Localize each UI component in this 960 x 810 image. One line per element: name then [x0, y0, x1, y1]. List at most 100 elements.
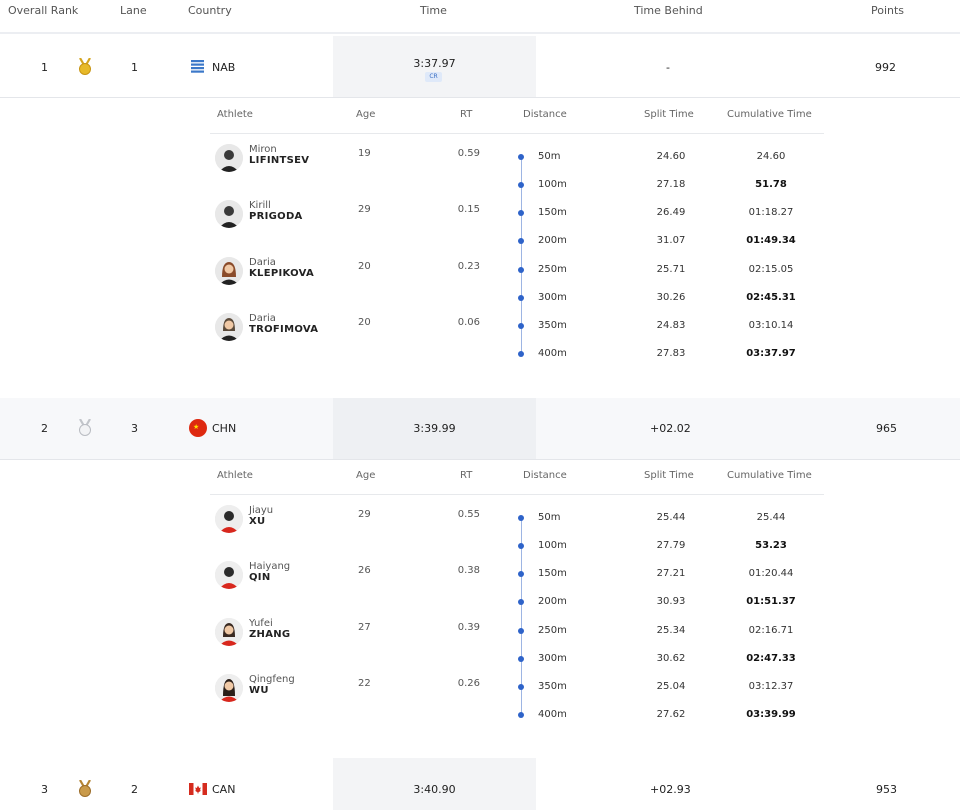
athlete-last-name: ZHANG: [249, 629, 291, 640]
athlete-rt: 0.06: [457, 317, 480, 328]
lane: 2: [131, 783, 138, 796]
athlete-last-name: LIFINTSEV: [249, 155, 310, 166]
race-time: 3:40.90: [413, 783, 456, 796]
col-points[interactable]: Points: [871, 4, 904, 17]
lane: 3: [131, 422, 138, 435]
col-country[interactable]: Country: [188, 4, 232, 17]
athlete-age: 29: [358, 204, 371, 215]
athlete-first-name: Miron: [249, 144, 277, 155]
record-badge: CR: [425, 72, 442, 82]
athlete-first-name: Daria: [249, 313, 276, 324]
timeline-dot-icon: [518, 543, 524, 549]
col-overall-rank[interactable]: Overall Rank: [8, 4, 78, 17]
athlete-avatar: [215, 505, 243, 533]
split-row: 250m 25.34 02:16.71: [510, 623, 830, 651]
country-code: NAB: [212, 61, 236, 74]
split-row: 150m 26.49 01:18.27: [510, 205, 830, 233]
athlete-rt: 0.55: [457, 509, 480, 520]
athlete-first-name: Daria: [249, 257, 276, 268]
athlete-row[interactable]: Miron LIFINTSEV 19 0.59: [215, 144, 515, 184]
bronze-medal-icon: [79, 780, 91, 797]
athlete-age: 22: [358, 678, 371, 689]
result-row-3[interactable]: 3 2 CAN 3:40.90 +02.93 953: [0, 758, 960, 810]
col-time-behind[interactable]: Time Behind: [634, 4, 703, 17]
athlete-first-name: Haiyang: [249, 561, 291, 572]
split-row: 50m 24.60 24.60: [510, 149, 830, 177]
split-row: 300m 30.26 02:45.31: [510, 290, 830, 318]
athlete-row[interactable]: Yufei ZHANG 27 0.39: [215, 618, 515, 658]
athlete-avatar: [215, 313, 243, 341]
athlete-row[interactable]: Jiayu XU 29 0.55: [215, 505, 515, 545]
timeline-dot-icon: [518, 238, 524, 244]
split-row: 400m 27.62 03:39.99: [510, 707, 830, 735]
athlete-rt: 0.39: [457, 622, 480, 633]
athlete-row[interactable]: Daria KLEPIKOVA 20 0.23: [215, 257, 515, 297]
athlete-row[interactable]: Kirill PRIGODA 29 0.15: [215, 200, 515, 240]
timeline-dot-icon: [518, 515, 524, 521]
split-row: 250m 25.71 02:15.05: [510, 262, 830, 290]
race-time: 3:37.97: [413, 57, 456, 70]
athlete-avatar: [215, 618, 243, 646]
athlete-age: 26: [358, 565, 371, 576]
athlete-age: 19: [358, 148, 371, 159]
col-time[interactable]: Time: [420, 4, 447, 17]
athlete-rt: 0.38: [457, 565, 480, 576]
timeline-dot-icon: [518, 712, 524, 718]
athlete-avatar: [215, 561, 243, 589]
rank: 3: [41, 783, 48, 796]
time-behind: +02.02: [650, 422, 691, 435]
result-row-1[interactable]: 1 1 NAB 3:37.97 CR - 992: [0, 36, 960, 98]
athlete-row[interactable]: Haiyang QIN 26 0.38: [215, 561, 515, 601]
timeline-dot-icon: [518, 684, 524, 690]
athlete-row[interactable]: Daria TROFIMOVA 20 0.06: [215, 313, 515, 353]
rank: 1: [41, 61, 48, 74]
split-row: 300m 30.62 02:47.33: [510, 651, 830, 679]
timeline-dot-icon: [518, 628, 524, 634]
timeline-dot-icon: [518, 656, 524, 662]
athlete-first-name: Kirill: [249, 200, 271, 211]
split-row: 400m 27.83 03:37.97: [510, 346, 830, 374]
split-row: 350m 24.83 03:10.14: [510, 318, 830, 346]
athlete-age: 27: [358, 622, 371, 633]
col-lane[interactable]: Lane: [120, 4, 147, 17]
athlete-last-name: PRIGODA: [249, 211, 303, 222]
country-code: CAN: [212, 783, 236, 796]
timeline-dot-icon: [518, 295, 524, 301]
athlete-avatar: [215, 144, 243, 172]
athlete-rt: 0.26: [457, 678, 480, 689]
time-behind: -: [666, 61, 670, 74]
detail-header: Athlete Age RT Distance Split Time Cumul…: [210, 98, 824, 134]
silver-medal-icon: [79, 419, 91, 436]
athlete-rt: 0.15: [457, 204, 480, 215]
race-time: 3:39.99: [413, 422, 456, 435]
timeline-dot-icon: [518, 182, 524, 188]
athlete-last-name: TROFIMOVA: [249, 324, 319, 335]
timeline-dot-icon: [518, 323, 524, 329]
athlete-age: 20: [358, 317, 371, 328]
timeline-dot-icon: [518, 351, 524, 357]
athlete-avatar: [215, 200, 243, 228]
chn-flag-icon: ★: [189, 419, 207, 437]
timeline-dot-icon: [518, 267, 524, 273]
athlete-first-name: Yufei: [249, 618, 273, 629]
athlete-last-name: WU: [249, 685, 269, 696]
points: 953: [876, 783, 897, 796]
results-table-header: Overall Rank Lane Country Time Time Behi…: [0, 0, 960, 34]
detail-header: Athlete Age RT Distance Split Time Cumul…: [210, 459, 824, 495]
athlete-avatar: [215, 674, 243, 702]
result-row-2[interactable]: 2 3 ★ CHN 3:39.99 +02.02 965: [0, 398, 960, 460]
split-row: 150m 27.21 01:20.44: [510, 566, 830, 594]
athlete-age: 20: [358, 261, 371, 272]
svg-text:★: ★: [193, 423, 199, 431]
athlete-last-name: KLEPIKOVA: [249, 268, 315, 279]
athlete-rt: 0.23: [457, 261, 480, 272]
nab-flag-icon: [190, 59, 205, 74]
athlete-first-name: Jiayu: [249, 505, 274, 516]
timeline-dot-icon: [518, 599, 524, 605]
athlete-last-name: QIN: [249, 572, 271, 583]
gold-medal-icon: [79, 58, 91, 75]
athlete-avatar: [215, 257, 243, 285]
time-behind: +02.93: [650, 783, 691, 796]
split-row: 200m 31.07 01:49.34: [510, 233, 830, 261]
athlete-row[interactable]: Qingfeng WU 22 0.26: [215, 674, 515, 714]
